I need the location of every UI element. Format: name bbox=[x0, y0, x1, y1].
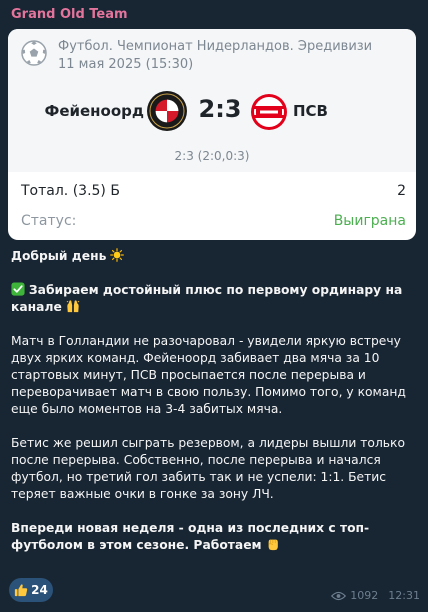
status-label: Статус: bbox=[21, 213, 77, 229]
sun-icon bbox=[110, 248, 125, 262]
channel-name[interactable]: Grand Old Team bbox=[11, 7, 128, 22]
bet-type: Тотал. (3.5) Б bbox=[21, 183, 120, 199]
check-mark-icon bbox=[11, 282, 25, 296]
bet-odds: 2 bbox=[397, 183, 406, 199]
raising-hands-icon bbox=[66, 300, 80, 313]
halftime-score: 2:3 (2:0,0:3) bbox=[174, 149, 250, 163]
status-value: Выиграна bbox=[333, 213, 406, 229]
thumbs-up-icon bbox=[15, 584, 28, 597]
closing-text: Впереди новая неделя - одна из последних… bbox=[11, 521, 370, 552]
eye-icon bbox=[331, 591, 347, 600]
greeting-line: Добрый день bbox=[11, 248, 421, 265]
match-score: 2:3 bbox=[198, 95, 242, 123]
view-count: 1092 bbox=[350, 589, 379, 602]
bet-card[interactable]: Футбол. Чемпионат Нидерландов. Эредивизи… bbox=[8, 29, 416, 240]
reaction-thumbs-up[interactable]: 24 bbox=[9, 578, 53, 602]
message-bubble: Grand Old Team Футбол. Чемпионат Нидерла… bbox=[0, 0, 428, 612]
psv-logo-icon bbox=[251, 94, 287, 130]
soccer-ball-icon bbox=[21, 40, 47, 66]
paragraph-1: Матч в Голландии не разочаровал - увидел… bbox=[11, 334, 406, 416]
league-name: Футбол. Чемпионат Нидерландов. Эредивизи bbox=[58, 39, 373, 54]
message-time: 12:31 bbox=[388, 589, 420, 602]
match-date: 11 мая 2025 (15:30) bbox=[58, 57, 194, 72]
match-header: Футбол. Чемпионат Нидерландов. Эредивизи… bbox=[8, 29, 416, 172]
feyenoord-logo-icon bbox=[147, 91, 187, 131]
home-team-name: Фейеноорд bbox=[44, 102, 144, 120]
reaction-count: 24 bbox=[31, 583, 48, 597]
closing-line: Впереди новая неделя - одна из последних… bbox=[11, 520, 421, 554]
away-team-name: ПСВ bbox=[293, 102, 328, 120]
paragraph-2: Бетис же решил сыграть резервом, а лидер… bbox=[11, 436, 405, 501]
message-meta: 1092 12:31 bbox=[331, 589, 420, 602]
heading-line: Забираем достойный плюс по первому ордин… bbox=[11, 282, 421, 316]
greeting-text: Добрый день bbox=[11, 249, 107, 263]
message-text: Добрый день Забираем достойный плюс по п… bbox=[11, 248, 421, 571]
fist-icon bbox=[268, 539, 278, 551]
